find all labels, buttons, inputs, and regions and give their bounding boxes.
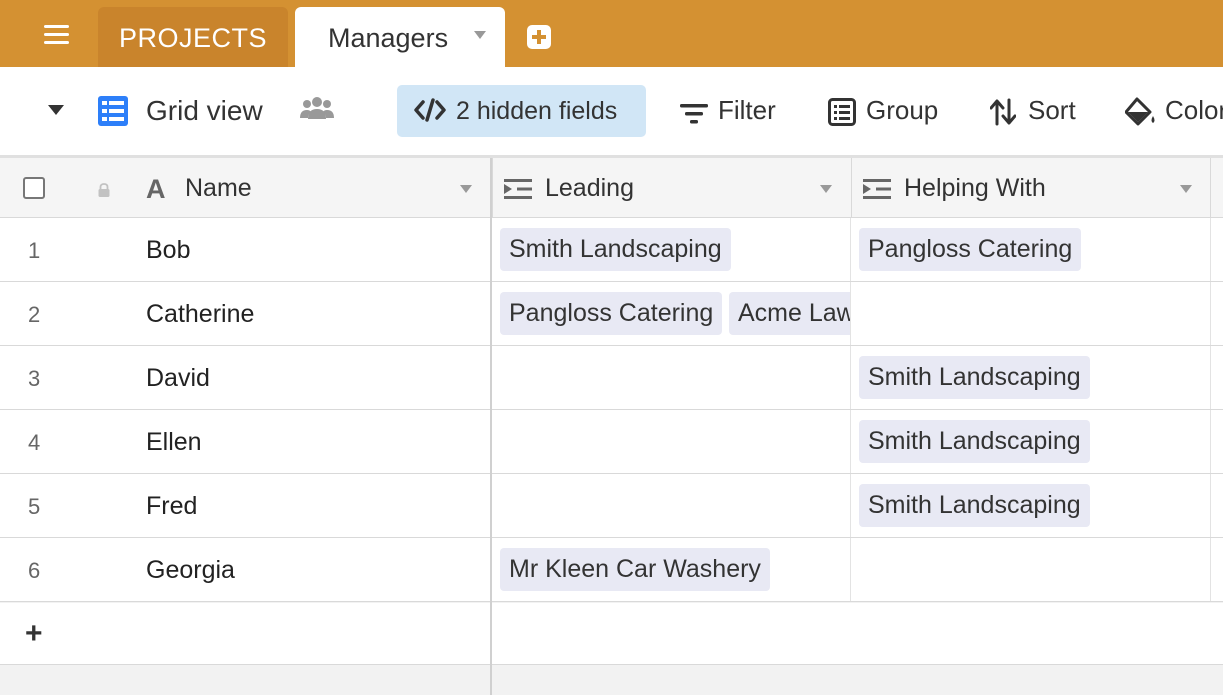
cell-divider: [1210, 538, 1211, 601]
filter-icon: [680, 104, 708, 124]
cell-name[interactable]: Fred: [146, 492, 197, 521]
top-bar: PROJECTS Managers: [0, 0, 1223, 67]
cell-helping-with[interactable]: [851, 538, 1210, 601]
linked-record-chip[interactable]: Pangloss Catering: [859, 228, 1082, 271]
add-record-row[interactable]: +: [0, 603, 1223, 665]
linked-record-chip[interactable]: Smith Landscaping: [859, 484, 1090, 527]
cell-divider: [1210, 346, 1211, 409]
row-number: 1: [28, 238, 41, 263]
tab-managers[interactable]: Managers: [295, 7, 505, 67]
group-icon: [828, 98, 856, 126]
table-row[interactable]: 3 David Smith Landscaping: [0, 346, 1223, 410]
select-all-checkbox[interactable]: [23, 177, 45, 199]
cell-helping-with[interactable]: Smith Landscaping: [851, 410, 1210, 473]
chevron-down-icon[interactable]: [474, 31, 486, 39]
header-leading-column: Leading: [492, 158, 851, 218]
hidden-fields-label: 2 hidden fields: [456, 97, 618, 125]
table-row[interactable]: 6 Georgia Mr Kleen Car Washery: [0, 538, 1223, 602]
linked-record-chip[interactable]: Acme Law: [729, 292, 850, 335]
column-header-leading[interactable]: Leading: [545, 174, 634, 203]
chevron-down-icon[interactable]: [1180, 185, 1192, 193]
table-row[interactable]: 2 Catherine Pangloss Catering Acme Law: [0, 282, 1223, 346]
cell-name[interactable]: Georgia: [146, 556, 235, 585]
cell-name[interactable]: David: [146, 364, 210, 393]
linked-record-chip[interactable]: Smith Landscaping: [859, 420, 1090, 463]
hidden-fields-button[interactable]: 2 hidden fields: [397, 85, 646, 137]
cell-leading[interactable]: Smith Landscaping: [492, 218, 850, 281]
chevron-down-icon[interactable]: [460, 185, 472, 193]
color-label: Color: [1165, 95, 1223, 125]
cell-divider: [1210, 474, 1211, 537]
table-row[interactable]: 1 Bob Smith Landscaping Pangloss Catering: [0, 218, 1223, 282]
cell-helping-with[interactable]: Smith Landscaping: [851, 346, 1210, 409]
table-row[interactable]: 4 Ellen Smith Landscaping: [0, 410, 1223, 474]
paint-bucket-icon: [1125, 97, 1155, 126]
frozen-column-divider[interactable]: [490, 158, 492, 695]
cell-name[interactable]: Bob: [146, 236, 190, 265]
grid-icon: [98, 96, 128, 126]
cell-name[interactable]: Ellen: [146, 428, 202, 457]
hamburger-menu-icon[interactable]: [44, 25, 69, 45]
records-grid: A Name Leading Helping With 1 Bob Smith La…: [0, 155, 1223, 695]
cell-leading[interactable]: [492, 474, 850, 537]
chevron-down-icon[interactable]: [820, 185, 832, 193]
header-add-field-area[interactable]: [1210, 158, 1223, 218]
cell-helping-with[interactable]: Pangloss Catering: [851, 218, 1210, 281]
filter-label: Filter: [718, 95, 776, 125]
row-number: 6: [28, 558, 41, 583]
row-number: 2: [28, 302, 41, 327]
text-field-icon: A: [146, 174, 166, 204]
cell-leading[interactable]: [492, 410, 850, 473]
cell-divider: [1210, 218, 1211, 281]
column-header-name[interactable]: Name: [185, 174, 252, 203]
linked-record-chip[interactable]: Smith Landscaping: [859, 356, 1090, 399]
view-toolbar: Grid view 2 hidden fields Filter Group S…: [0, 67, 1223, 155]
code-icon: [414, 98, 446, 122]
row-number: 4: [28, 430, 41, 455]
cell-divider: [1210, 410, 1211, 473]
table-row[interactable]: 5 Fred Smith Landscaping: [0, 474, 1223, 538]
linked-record-icon: [504, 179, 532, 199]
group-label: Group: [866, 95, 939, 125]
tab-managers-label: Managers: [328, 23, 449, 53]
linked-record-chip[interactable]: Smith Landscaping: [500, 228, 731, 271]
header-name-column: A Name: [0, 158, 490, 218]
view-list-toggle-icon[interactable]: [48, 105, 64, 115]
cell-helping-with[interactable]: Smith Landscaping: [851, 474, 1210, 537]
row-number: 3: [28, 366, 41, 391]
people-icon[interactable]: [300, 95, 334, 119]
cell-leading[interactable]: [492, 346, 850, 409]
cell-leading[interactable]: Mr Kleen Car Washery: [492, 538, 850, 601]
column-header-helping-with[interactable]: Helping With: [904, 174, 1046, 203]
sort-icon: [990, 98, 1016, 126]
linked-record-chip[interactable]: Pangloss Catering: [500, 292, 723, 335]
row-number: 5: [28, 494, 41, 519]
cell-divider: [1210, 282, 1211, 345]
add-table-icon[interactable]: [527, 25, 551, 49]
linked-record-chip[interactable]: Mr Kleen Car Washery: [500, 548, 770, 591]
header-helping-column: Helping With: [851, 158, 1210, 218]
view-name[interactable]: Grid view: [146, 95, 263, 127]
cell-leading[interactable]: Pangloss Catering Acme Law: [492, 282, 850, 345]
lock-icon: [98, 183, 110, 197]
cell-name[interactable]: Catherine: [146, 300, 254, 329]
cell-helping-with[interactable]: [851, 282, 1210, 345]
add-record-button[interactable]: +: [25, 617, 43, 651]
tab-projects[interactable]: PROJECTS: [98, 7, 288, 67]
linked-record-icon: [863, 179, 891, 199]
sort-label: Sort: [1028, 95, 1076, 125]
